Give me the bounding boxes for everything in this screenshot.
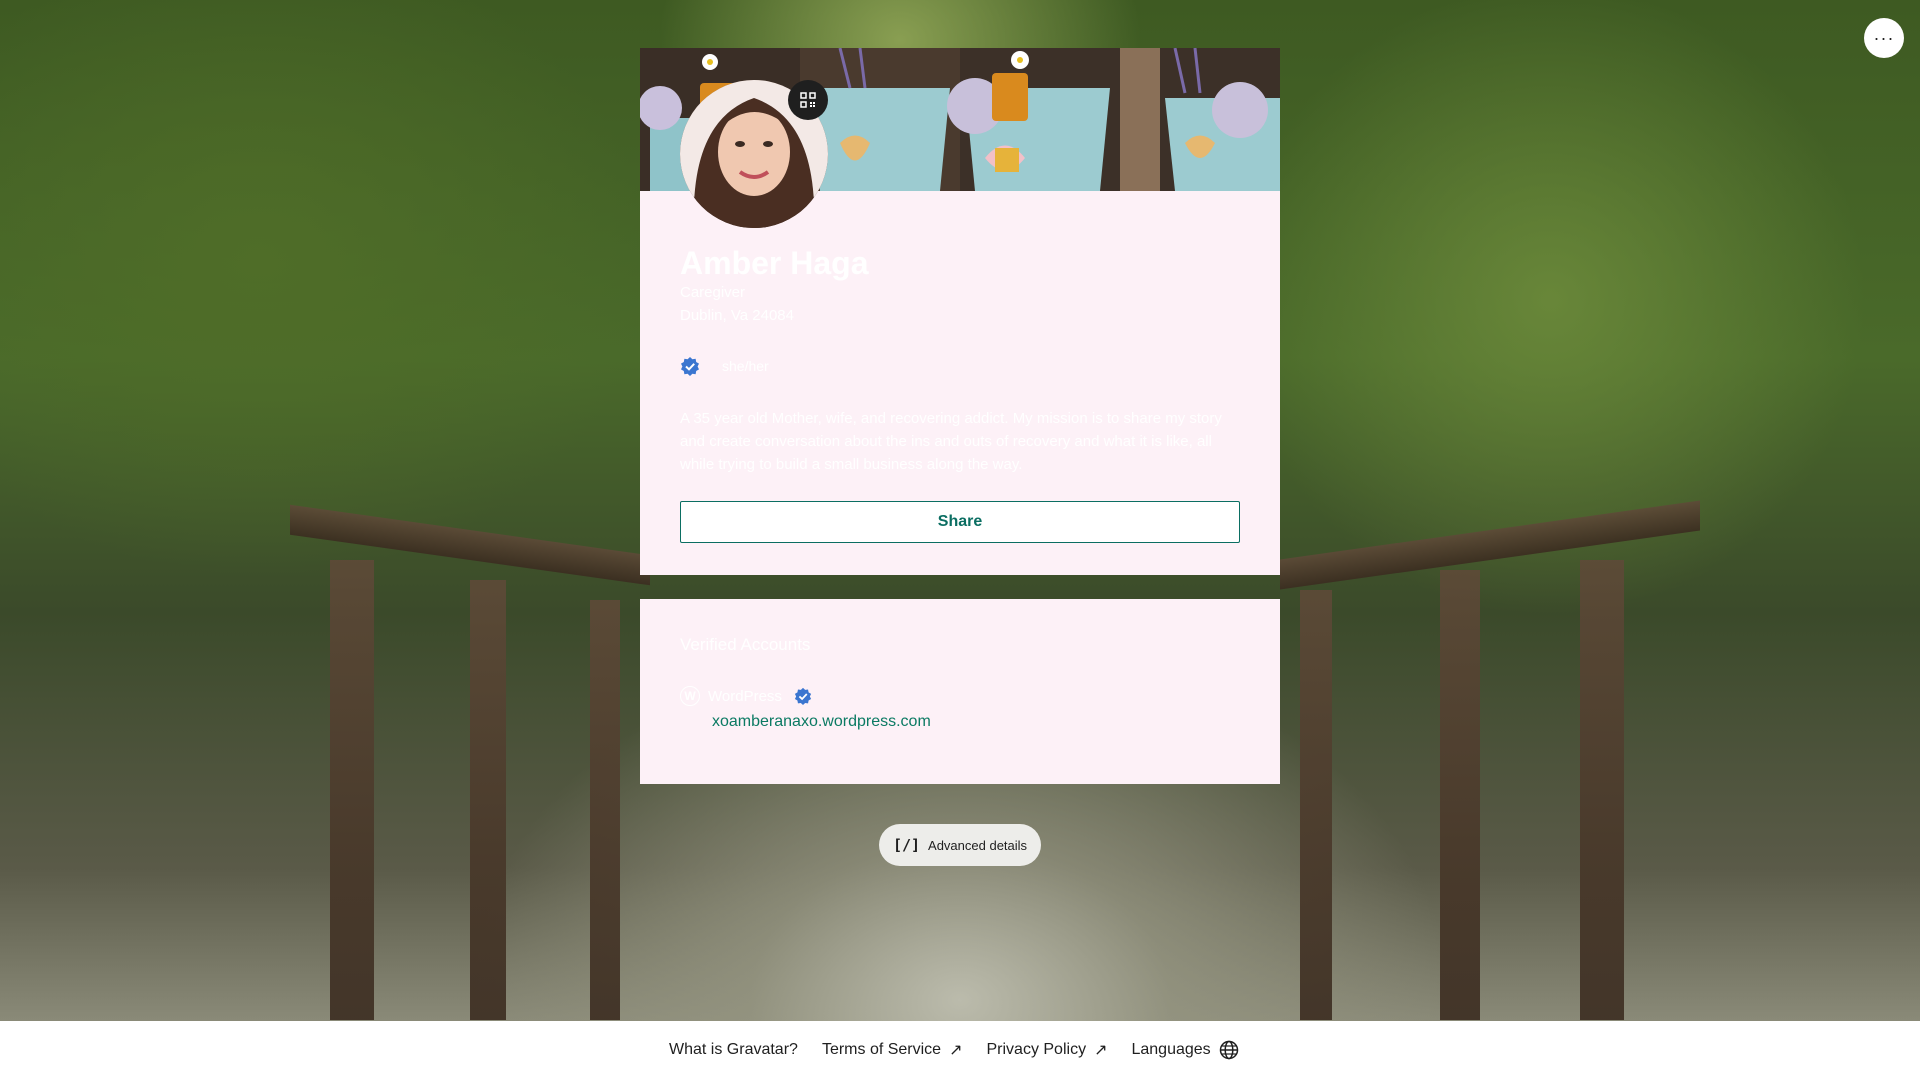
terms-of-service-link[interactable]: Terms of Service ↗ [822,1040,963,1060]
footer-links: What is Gravatar? Terms of Service ↗ Pri… [669,1040,1239,1060]
bridge-post-right-2 [1580,560,1624,1020]
bridge-post-left-2 [470,580,506,1020]
profile-card: Amber Haga Caregiver Dublin, Va 24084 sh… [640,48,1280,575]
privacy-policy-link[interactable]: Privacy Policy ↗ [986,1040,1107,1060]
qr-code-button[interactable] [788,80,828,120]
verified-badge-icon [681,357,699,376]
bridge-post-right-1 [1440,570,1480,1020]
wordpress-icon: W [680,686,700,706]
what-is-gravatar-link[interactable]: What is Gravatar? [669,1041,798,1059]
privacy-label: Privacy Policy [986,1041,1087,1058]
advanced-details-label: Advanced details [928,837,1028,853]
wordpress-account-row: W WordPress [680,686,812,706]
what-is-gravatar-label: What is Gravatar? [669,1041,798,1058]
verified-accounts-card: Verified Accounts W WordPress xoamberana… [640,599,1280,784]
bridge-post-left-1 [330,560,374,1020]
more-options-button[interactable]: ··· [1864,18,1904,58]
code-brackets-icon: [/] [892,836,921,854]
globe-icon [1219,1040,1238,1060]
verified-accounts-title: Verified Accounts [680,635,811,654]
advanced-details-button[interactable]: [/] Advanced details [879,824,1041,866]
external-arrow-icon: ↗ [1094,1042,1108,1059]
qr-code-icon [800,92,816,108]
wordpress-url-link[interactable]: xoamberanaxo.wordpress.com [712,713,931,731]
profile-name: Amber Haga [680,245,869,281]
job-title: Caregiver [680,284,746,301]
bridge-post-right-3 [1300,590,1332,1020]
languages-button[interactable]: Languages [1131,1040,1238,1060]
external-arrow-icon: ↗ [949,1042,963,1059]
more-horizontal-icon: ··· [1873,27,1895,48]
profile-bio: A 35 year old Mother, wife, and recoveri… [680,410,1222,473]
languages-label: Languages [1131,1041,1211,1058]
pronouns-text: she/her [722,358,769,374]
pronouns-row: she/her [680,356,769,376]
wordpress-label: WordPress [708,687,782,705]
bridge-post-left-3 [590,600,620,1020]
footer: What is Gravatar? Terms of Service ↗ Pri… [0,1021,1920,1080]
share-button[interactable]: Share [680,501,1240,543]
terms-label: Terms of Service [821,1041,942,1058]
location: Dublin, Va 24084 [680,307,794,324]
verified-badge-icon [794,687,812,705]
